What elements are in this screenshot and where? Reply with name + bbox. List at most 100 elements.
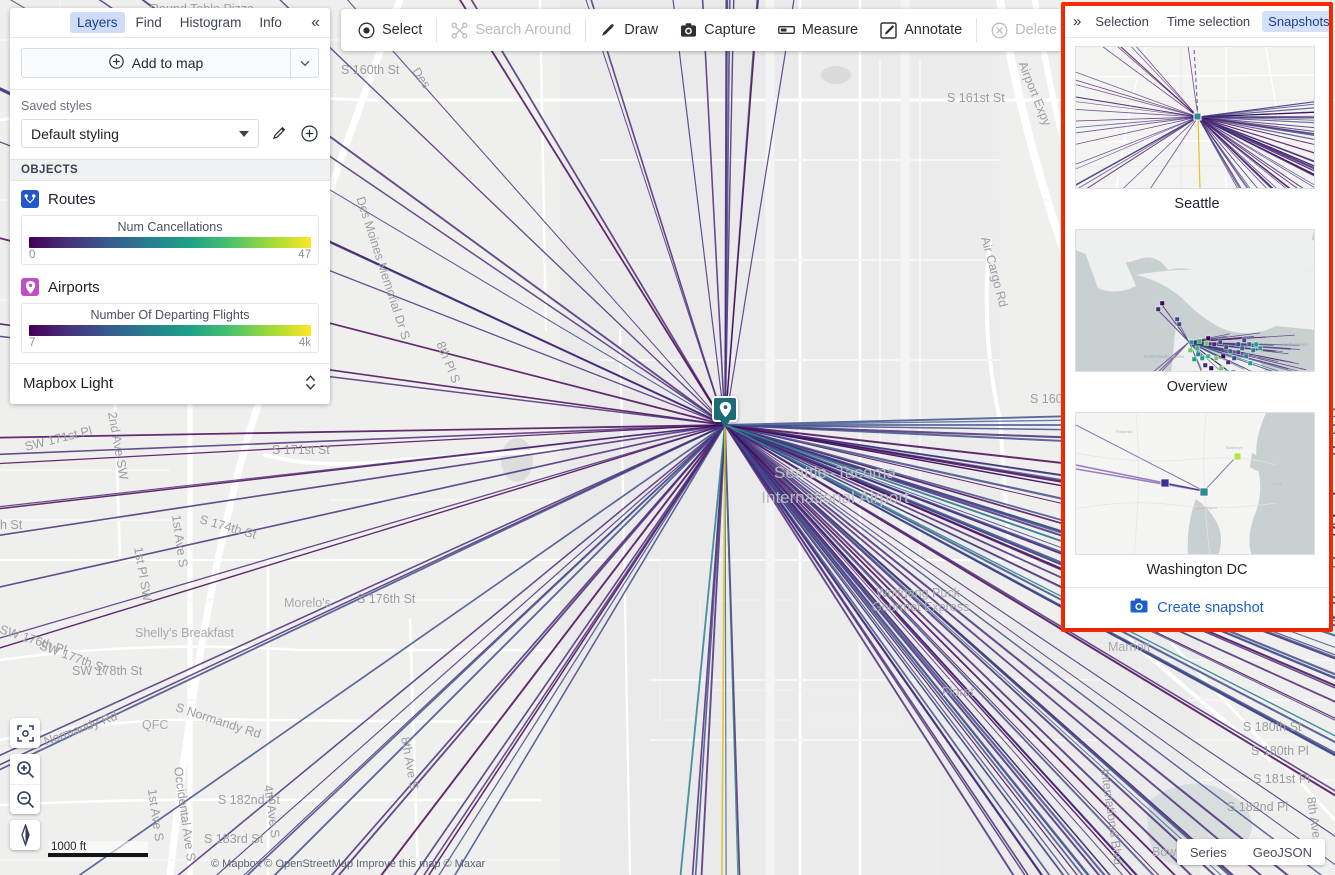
scale-line (48, 853, 148, 857)
toolbar-select-button[interactable]: Select (347, 15, 433, 45)
toolbar-measure-button[interactable]: Measure (767, 15, 869, 45)
draw-pen-icon (600, 22, 617, 39)
toolbar-item-label: Search Around (475, 22, 572, 38)
tab-histogram[interactable]: Histogram (173, 12, 249, 33)
snapshot-list: Seattle North Pacific Ocean North Atlant… (1065, 38, 1329, 587)
layer-header: Airports (21, 278, 319, 296)
map-tools-toolbar: Select Search Around Draw Capture Measure Ann… (341, 9, 1075, 51)
layers-panel: Layers Find Histogram Info « Add to map (10, 8, 330, 404)
routes-icon (21, 190, 39, 208)
toolbar-item-label: Delete (1015, 22, 1058, 38)
saved-styles-label: Saved styles (21, 99, 92, 113)
scale-text: 1000 ft (48, 841, 148, 853)
saved-styles-section: Saved styles Default styling (10, 89, 330, 159)
layer-routes[interactable]: Routes Num Cancellations 0 47 (10, 181, 330, 269)
toolbar-search-around-button: Search Around (440, 15, 582, 45)
snapshot-item[interactable]: Seattle (1065, 38, 1329, 221)
layer-name: Routes (48, 190, 96, 208)
tab-layers[interactable]: Layers (70, 12, 125, 33)
zoom-in-button[interactable] (10, 754, 40, 784)
zoom-out-button[interactable] (10, 784, 40, 814)
flight-route-line (0, 424, 726, 508)
attribution-item[interactable]: © Mapbox (211, 858, 261, 870)
add-to-map-dropdown-caret[interactable] (290, 49, 318, 77)
tab-selection[interactable]: Selection (1089, 11, 1154, 32)
toolbar-item-label: Select (382, 22, 423, 38)
airport-marker[interactable] (712, 396, 738, 428)
toolbar-capture-button[interactable]: Capture (669, 15, 767, 45)
attribution-item[interactable]: © OpenStreetMap (264, 858, 353, 870)
create-snapshot-button[interactable]: Create snapshot (1065, 587, 1329, 628)
add-to-map-row: Add to map (10, 38, 330, 89)
snapshot-item[interactable]: North Pacific Ocean North Atlantic Overv… (1065, 221, 1329, 404)
layer-legend: Num Cancellations 0 47 (21, 215, 319, 265)
flight-route-line (413, 424, 726, 875)
camera-icon (1130, 598, 1148, 617)
series-button[interactable]: Series (1177, 845, 1240, 860)
flight-route-line (273, 424, 726, 875)
legend-color-ramp (29, 325, 311, 336)
flight-route-line (0, 424, 726, 771)
legend-color-ramp (29, 237, 311, 248)
compass-button[interactable] (10, 820, 40, 850)
map-scale-bar: 1000 ft (48, 841, 148, 857)
flight-route-line (0, 424, 726, 639)
layer-airports[interactable]: Airports Number Of Departing Flights 7 4… (10, 269, 330, 357)
toolbar-separator (436, 18, 438, 42)
edit-style-button[interactable] (269, 124, 289, 144)
toolbar-delete-button: Delete (980, 15, 1068, 45)
flight-route-line (0, 424, 726, 766)
flight-route-line (438, 424, 726, 875)
zoom-group (10, 754, 40, 814)
flight-route-line (724, 0, 759, 426)
geojson-button[interactable]: GeoJSON (1240, 845, 1325, 860)
collapse-panel-icon[interactable]: « (309, 14, 322, 31)
toolbar-draw-button[interactable]: Draw (589, 15, 669, 45)
fit-extent-button[interactable] (10, 718, 40, 748)
flight-route-line (0, 424, 726, 588)
svg-text:Washington: Washington (1196, 505, 1217, 510)
chevron-down-icon (239, 130, 249, 137)
toolbar-item-label: Measure (801, 22, 859, 38)
svg-text:Dover: Dover (1272, 481, 1283, 486)
flight-route-line (177, 424, 726, 875)
legend-max: 47 (298, 249, 311, 261)
plus-circle-icon (300, 125, 318, 142)
tab-snapshots[interactable]: Snapshots (1262, 11, 1329, 32)
snapshot-thumbnail[interactable]: North Pacific Ocean North Atlantic (1075, 229, 1315, 372)
right-panel-highlight: » Selection Time selection Snapshots Sea… (1061, 2, 1333, 632)
map-controls (10, 712, 40, 850)
basemap-selector[interactable]: Mapbox Light (10, 363, 330, 404)
pencil-icon (272, 126, 285, 140)
chevron-updown-icon (304, 374, 317, 393)
flight-route-line (246, 424, 726, 875)
tab-time-selection[interactable]: Time selection (1161, 11, 1256, 32)
layer-legend: Number Of Departing Flights 7 4k (21, 303, 319, 353)
snapshot-caption: Washington DC (1146, 562, 1248, 578)
snapshot-thumbnail[interactable] (1075, 46, 1315, 189)
plus-circle-icon (108, 54, 124, 72)
add-style-button[interactable] (299, 124, 319, 144)
add-to-map-main[interactable]: Add to map (22, 49, 290, 77)
add-to-map-button[interactable]: Add to map (21, 48, 319, 78)
tab-info[interactable]: Info (252, 12, 289, 33)
toolbar-item-label: Capture (704, 22, 756, 38)
expand-panel-icon[interactable]: » (1073, 14, 1081, 29)
saved-styles-select[interactable]: Default styling (21, 119, 259, 148)
fit-extent-group (10, 718, 40, 748)
legend-max: 4k (298, 337, 311, 349)
attribution-item[interactable]: Improve this map (356, 858, 440, 870)
flight-route-line (721, 424, 726, 875)
attribution-item[interactable]: © Maxar (444, 858, 486, 870)
flight-route-line (701, 0, 726, 426)
toolbar-annotate-button[interactable]: Annotate (869, 15, 973, 45)
basemap-name: Mapbox Light (23, 375, 114, 392)
tab-find[interactable]: Find (129, 12, 169, 33)
zoom-out-icon (16, 791, 34, 809)
snapshot-item[interactable]: Frederick Baltimore Washington Dover Was… (1065, 404, 1329, 587)
map-attribution: © Mapbox © OpenStreetMap Improve this map ©… (211, 858, 488, 870)
add-to-map-label: Add to map (131, 55, 204, 71)
flight-route-line (337, 424, 726, 875)
snapshot-thumbnail[interactable]: Frederick Baltimore Washington Dover (1075, 412, 1315, 555)
layer-name: Airports (48, 278, 100, 296)
